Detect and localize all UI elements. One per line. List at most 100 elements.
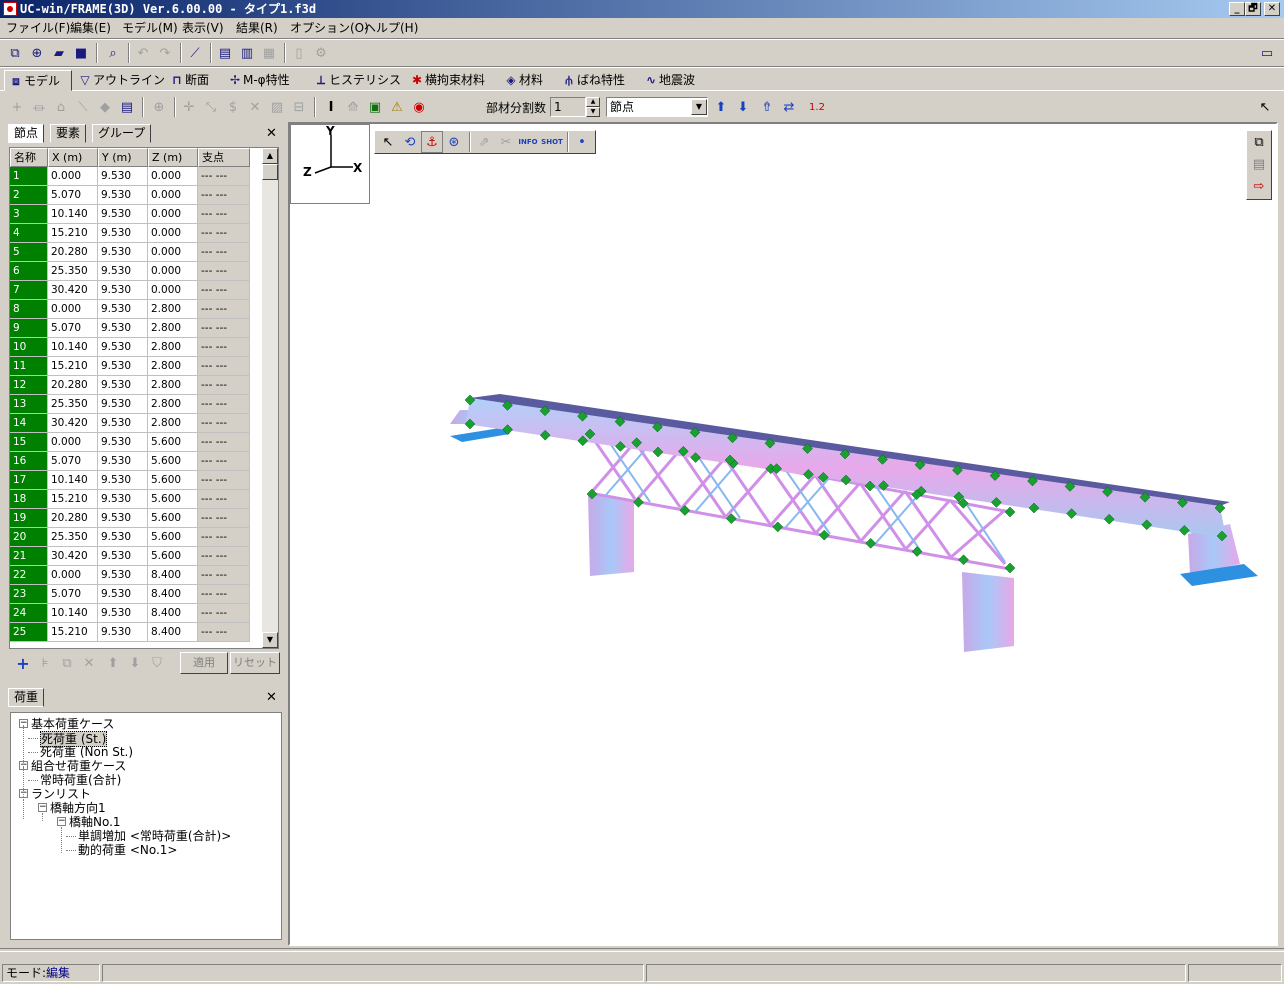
arrow-icon[interactable]: ↖ bbox=[377, 131, 399, 153]
tab-model[interactable]: ⧈ モデル bbox=[4, 70, 72, 91]
cell-z[interactable]: 5.600 bbox=[148, 547, 198, 566]
cell-name[interactable]: 8 bbox=[10, 300, 48, 319]
measure-icon[interactable]: ✂ bbox=[495, 131, 517, 153]
table-row[interactable]: 8 0.000 9.530 2.800 --- --- bbox=[10, 300, 262, 319]
cell-support[interactable]: --- --- bbox=[198, 243, 250, 262]
tab-m-phi[interactable]: ✢ M-φ特性 bbox=[224, 70, 302, 91]
col-support[interactable]: 支点 bbox=[198, 148, 250, 167]
cell-x[interactable]: 10.140 bbox=[48, 338, 98, 357]
report2-icon[interactable]: ▥ bbox=[236, 42, 258, 64]
undo-icon[interactable]: ↶ bbox=[132, 42, 154, 64]
arrow-up-icon[interactable]: ⬆ bbox=[710, 96, 732, 118]
info-button[interactable]: INFO bbox=[517, 131, 539, 153]
cell-y[interactable]: 9.530 bbox=[98, 490, 148, 509]
table-row[interactable]: 3 10.140 9.530 0.000 --- --- bbox=[10, 205, 262, 224]
cell-z[interactable]: 5.600 bbox=[148, 471, 198, 490]
cell-name[interactable]: 10 bbox=[10, 338, 48, 357]
cell-z[interactable]: 2.800 bbox=[148, 395, 198, 414]
cell-x[interactable]: 10.140 bbox=[48, 205, 98, 224]
cell-x[interactable]: 25.350 bbox=[48, 262, 98, 281]
cell-x[interactable]: 15.210 bbox=[48, 224, 98, 243]
tab-confinement[interactable]: ✱ 横拘束材料 bbox=[406, 70, 494, 91]
move-up-icon[interactable]: ⬆ bbox=[102, 652, 124, 674]
cell-z[interactable]: 8.400 bbox=[148, 585, 198, 604]
cell-x[interactable]: 15.210 bbox=[48, 623, 98, 642]
table-row[interactable]: 2 5.070 9.530 0.000 --- --- bbox=[10, 186, 262, 205]
report-icon[interactable]: ▤ bbox=[214, 42, 236, 64]
node-marker[interactable] bbox=[865, 537, 877, 549]
cell-y[interactable]: 9.530 bbox=[98, 528, 148, 547]
tree-node[interactable]: 基本荷重ケース bbox=[31, 717, 114, 731]
menu-file[interactable]: ファイル(F) bbox=[6, 20, 70, 36]
cell-support[interactable]: --- --- bbox=[198, 224, 250, 243]
cell-support[interactable]: --- --- bbox=[198, 414, 250, 433]
table-row[interactable]: 11 15.210 9.530 2.800 --- --- bbox=[10, 357, 262, 376]
table-row[interactable]: 6 25.350 9.530 0.000 --- --- bbox=[10, 262, 262, 281]
menu-result[interactable]: 結果(R) bbox=[236, 20, 278, 36]
col-z[interactable]: Z (m) bbox=[148, 148, 198, 167]
cell-name[interactable]: 21 bbox=[10, 547, 48, 566]
cell-z[interactable]: 0.000 bbox=[148, 281, 198, 300]
new-icon[interactable]: ⧉ bbox=[4, 42, 26, 64]
chart-icon[interactable]: ⟋ bbox=[184, 42, 206, 64]
cell-x[interactable]: 20.280 bbox=[48, 243, 98, 262]
cell-y[interactable]: 9.530 bbox=[98, 414, 148, 433]
cell-support[interactable]: --- --- bbox=[198, 490, 250, 509]
cell-name[interactable]: 1 bbox=[10, 167, 48, 186]
insert-row-icon[interactable]: ⊧ bbox=[34, 652, 56, 674]
cell-y[interactable]: 9.530 bbox=[98, 452, 148, 471]
spring-tool-icon[interactable]: $ bbox=[222, 96, 244, 118]
cell-y[interactable]: 9.530 bbox=[98, 262, 148, 281]
cell-support[interactable]: --- --- bbox=[198, 300, 250, 319]
table-row[interactable]: 7 30.420 9.530 0.000 --- --- bbox=[10, 281, 262, 300]
cell-z[interactable]: 2.800 bbox=[148, 414, 198, 433]
cell-x[interactable]: 0.000 bbox=[48, 167, 98, 186]
tab-material[interactable]: ◈ 材料 bbox=[500, 70, 552, 91]
cell-x[interactable]: 15.210 bbox=[48, 490, 98, 509]
dot-icon[interactable]: • bbox=[571, 131, 593, 153]
tab-loads[interactable]: 荷重 bbox=[8, 688, 45, 707]
table-row[interactable]: 12 20.280 9.530 2.800 --- --- bbox=[10, 376, 262, 395]
cell-name[interactable]: 16 bbox=[10, 452, 48, 471]
cell-y[interactable]: 9.530 bbox=[98, 319, 148, 338]
divide-spinner[interactable]: ▲ ▼ bbox=[586, 97, 600, 117]
help-pointer-icon[interactable]: ↖ bbox=[1254, 96, 1276, 118]
close-button[interactable]: ✕ bbox=[1264, 2, 1280, 16]
scroll-up-icon[interactable]: ▲ bbox=[262, 148, 278, 164]
table-row[interactable]: 22 0.000 9.530 8.400 --- --- bbox=[10, 566, 262, 585]
settings-icon[interactable]: ⚙ bbox=[310, 42, 332, 64]
cell-z[interactable]: 2.800 bbox=[148, 338, 198, 357]
cell-z[interactable]: 0.000 bbox=[148, 205, 198, 224]
cell-x[interactable]: 10.140 bbox=[48, 471, 98, 490]
maximize-button[interactable]: 🗗 bbox=[1245, 2, 1261, 16]
cell-x[interactable]: 25.350 bbox=[48, 395, 98, 414]
panel-layout-icon[interactable]: ▭ bbox=[1256, 42, 1278, 64]
scroll-thumb[interactable] bbox=[262, 164, 278, 180]
cell-y[interactable]: 9.530 bbox=[98, 623, 148, 642]
cell-name[interactable]: 6 bbox=[10, 262, 48, 281]
cell-support[interactable]: --- --- bbox=[198, 262, 250, 281]
tab-spring[interactable]: ⫛ ばね特性 bbox=[558, 70, 636, 91]
window-icon[interactable]: ⧉ bbox=[1248, 131, 1270, 153]
tree-node[interactable]: ランリスト bbox=[31, 787, 91, 801]
cell-x[interactable]: 30.420 bbox=[48, 547, 98, 566]
delete-tool-icon[interactable]: ✕ bbox=[244, 96, 266, 118]
arrow-down-icon[interactable]: ⬇ bbox=[732, 96, 754, 118]
cell-name[interactable]: 2 bbox=[10, 186, 48, 205]
bridge-model[interactable] bbox=[440, 384, 1270, 664]
apply-button[interactable]: 適用 bbox=[180, 652, 228, 674]
cell-z[interactable]: 2.800 bbox=[148, 300, 198, 319]
add-member-icon[interactable]: ⏛ bbox=[28, 96, 50, 118]
cell-y[interactable]: 9.530 bbox=[98, 281, 148, 300]
export-icon[interactable]: ⇨ bbox=[1248, 175, 1270, 197]
tree-node[interactable]: 橋軸方向1 bbox=[50, 801, 106, 815]
table-row[interactable]: 10 10.140 9.530 2.800 --- --- bbox=[10, 338, 262, 357]
cell-name[interactable]: 5 bbox=[10, 243, 48, 262]
new-plus-icon[interactable]: ⊕ bbox=[26, 42, 48, 64]
shot-button[interactable]: SHOT bbox=[541, 131, 563, 153]
cell-z[interactable]: 0.000 bbox=[148, 224, 198, 243]
node-marker[interactable] bbox=[1004, 506, 1016, 518]
cell-x[interactable]: 5.070 bbox=[48, 186, 98, 205]
swap-icon[interactable]: ⇄ bbox=[778, 96, 800, 118]
cell-y[interactable]: 9.530 bbox=[98, 338, 148, 357]
